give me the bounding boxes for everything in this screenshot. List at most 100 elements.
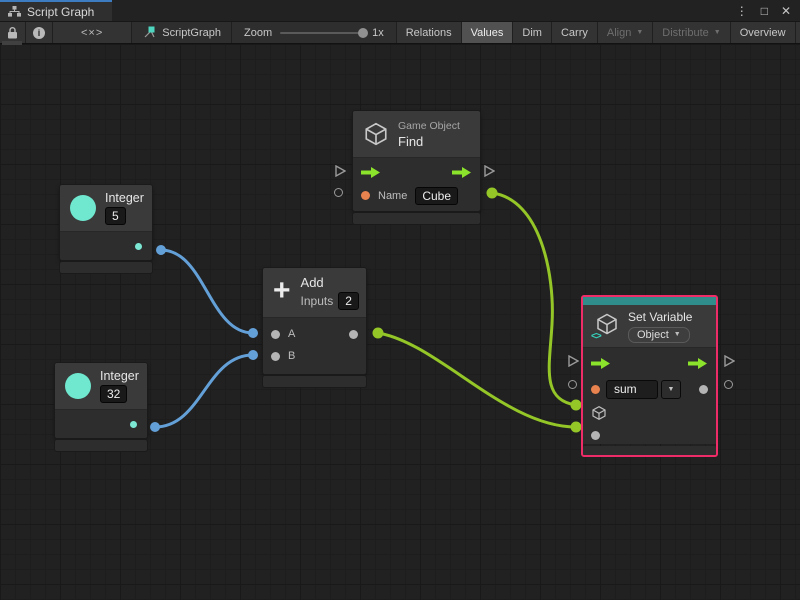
maximize-icon[interactable]: □ bbox=[761, 4, 768, 18]
wire-integer5-to-add-a[interactable] bbox=[161, 250, 253, 333]
integer-type-icon bbox=[70, 195, 96, 221]
fullscreen-button[interactable]: Full Screen bbox=[796, 22, 800, 43]
lock-icon bbox=[7, 27, 18, 39]
node-title: Set Variable bbox=[628, 310, 692, 324]
tab-script-graph[interactable]: Script Graph bbox=[0, 0, 112, 21]
add-node-header[interactable]: + Add Inputs 2 bbox=[263, 268, 366, 318]
integer-output-port[interactable] bbox=[135, 243, 142, 250]
variable-name-dropdown-button[interactable]: ▼ bbox=[661, 380, 681, 399]
zoom-label: Zoom bbox=[244, 27, 272, 39]
integer-node-header[interactable]: Integer 32 bbox=[55, 363, 147, 410]
align-button[interactable]: Align ▼ bbox=[598, 22, 653, 43]
wire-endpoint[interactable] bbox=[373, 328, 384, 339]
wire-endpoint[interactable] bbox=[571, 422, 582, 433]
dim-button[interactable]: Dim bbox=[513, 22, 552, 43]
window-controls: ⋮ □ ✕ bbox=[736, 0, 800, 21]
flow-in-arrow-icon[interactable] bbox=[591, 358, 611, 369]
carry-button[interactable]: Carry bbox=[552, 22, 598, 43]
integer-value-input[interactable]: 32 bbox=[100, 385, 127, 403]
wire-endpoint[interactable] bbox=[150, 422, 160, 432]
lock-button[interactable] bbox=[0, 22, 26, 43]
node-footer bbox=[263, 376, 366, 387]
hierarchy-icon bbox=[8, 6, 21, 17]
wire-find-to-setvariable[interactable] bbox=[492, 193, 576, 405]
node-integer-5[interactable]: Integer 5 bbox=[60, 185, 152, 273]
wire-endpoint[interactable] bbox=[487, 188, 498, 199]
node-set-variable[interactable]: <> Set Variable Object ▼ sum ▼ bbox=[581, 295, 718, 457]
chevron-down-icon: ▼ bbox=[674, 331, 681, 338]
setvariable-value-output-port[interactable] bbox=[724, 380, 733, 389]
info-button[interactable]: i bbox=[26, 22, 53, 43]
scope-label: Object bbox=[637, 329, 669, 341]
toolbar-right-group: Relations Values Dim Carry Align ▼ Distr… bbox=[396, 22, 800, 43]
gameobject-cube-icon bbox=[363, 121, 389, 147]
value-input-port[interactable] bbox=[591, 431, 600, 440]
kebab-menu-icon[interactable]: ⋮ bbox=[736, 4, 748, 18]
integer-value-input[interactable]: 5 bbox=[105, 207, 126, 225]
relations-button[interactable]: Relations bbox=[397, 22, 462, 43]
script-graph-icon bbox=[142, 26, 156, 39]
port-label-b: B bbox=[288, 350, 295, 362]
node-title: Find bbox=[398, 134, 460, 149]
node-add[interactable]: + Add Inputs 2 A B bbox=[263, 268, 366, 387]
flow-out-arrow-icon[interactable] bbox=[452, 167, 472, 178]
variable-name-input[interactable]: sum bbox=[606, 380, 658, 399]
node-gameobject-find[interactable]: Game Object Find Name Cube bbox=[353, 111, 480, 224]
wire-endpoint[interactable] bbox=[248, 328, 258, 338]
node-category: Game Object bbox=[398, 120, 460, 132]
wire-add-to-setvariable[interactable] bbox=[378, 333, 576, 427]
chevron-down-icon: ▼ bbox=[714, 29, 721, 36]
flow-out-arrow-icon[interactable] bbox=[688, 358, 708, 369]
find-node-header[interactable]: Game Object Find bbox=[353, 111, 480, 158]
node-title: Integer bbox=[100, 369, 139, 383]
variable-node-strip bbox=[583, 297, 716, 305]
setvariable-output-port[interactable] bbox=[699, 385, 708, 394]
values-button[interactable]: Values bbox=[462, 22, 514, 43]
graph-breadcrumb[interactable]: ScriptGraph bbox=[132, 22, 232, 43]
flow-in-arrow-icon[interactable] bbox=[361, 167, 381, 178]
find-name-input-port[interactable] bbox=[334, 188, 343, 197]
wire-endpoint[interactable] bbox=[248, 350, 258, 360]
distribute-button[interactable]: Distribute ▼ bbox=[653, 22, 730, 43]
variable-name-combo[interactable]: sum ▼ bbox=[606, 380, 681, 399]
graph-name-label: ScriptGraph bbox=[162, 27, 221, 39]
integer-output-port[interactable] bbox=[130, 421, 137, 428]
zoom-slider-handle[interactable] bbox=[358, 28, 368, 38]
node-footer bbox=[60, 262, 152, 273]
integer-node-header[interactable]: Integer 5 bbox=[60, 185, 152, 232]
close-icon[interactable]: ✕ bbox=[781, 4, 791, 18]
setvariable-flow-input-port[interactable] bbox=[568, 355, 579, 367]
scrollbar-stub[interactable] bbox=[2, 41, 22, 45]
zoom-slider[interactable] bbox=[280, 32, 364, 34]
integer-type-icon bbox=[65, 373, 91, 399]
find-flow-input-port[interactable] bbox=[335, 165, 346, 177]
inputs-label: Inputs bbox=[301, 294, 334, 308]
chevron-down-icon: ▼ bbox=[636, 29, 643, 36]
name-value-input[interactable]: Cube bbox=[415, 187, 458, 205]
variable-scope-dropdown[interactable]: Object ▼ bbox=[628, 327, 690, 343]
tab-title: Script Graph bbox=[27, 5, 94, 19]
node-integer-32[interactable]: Integer 32 bbox=[55, 363, 147, 451]
setvariable-value-input-port[interactable] bbox=[568, 380, 577, 389]
overview-button[interactable]: Overview bbox=[731, 22, 796, 43]
wire-endpoint[interactable] bbox=[571, 400, 582, 411]
add-input-b-port[interactable] bbox=[271, 352, 280, 361]
find-flow-output-port[interactable] bbox=[484, 165, 495, 177]
wire-endpoint[interactable] bbox=[156, 245, 166, 255]
wire-integer32-to-add-b[interactable] bbox=[155, 355, 253, 427]
setvariable-node-header[interactable]: <> Set Variable Object ▼ bbox=[583, 305, 716, 348]
zoom-control: Zoom 1x bbox=[232, 22, 396, 43]
graph-canvas[interactable]: Integer 5 Integer 32 bbox=[0, 44, 800, 600]
info-icon: i bbox=[33, 27, 45, 39]
code-view-button[interactable]: <×> bbox=[53, 22, 132, 43]
gameobject-port-icon[interactable] bbox=[591, 405, 607, 421]
node-footer bbox=[353, 213, 480, 224]
add-output-port[interactable] bbox=[349, 330, 358, 339]
add-icon: + bbox=[273, 276, 291, 306]
setvariable-flow-output-port[interactable] bbox=[724, 355, 735, 367]
set-variable-icon: <> bbox=[593, 312, 619, 340]
inputs-count-input[interactable]: 2 bbox=[338, 292, 359, 310]
find-name-port[interactable] bbox=[361, 191, 370, 200]
variable-name-port[interactable] bbox=[591, 385, 600, 394]
add-input-a-port[interactable] bbox=[271, 330, 280, 339]
